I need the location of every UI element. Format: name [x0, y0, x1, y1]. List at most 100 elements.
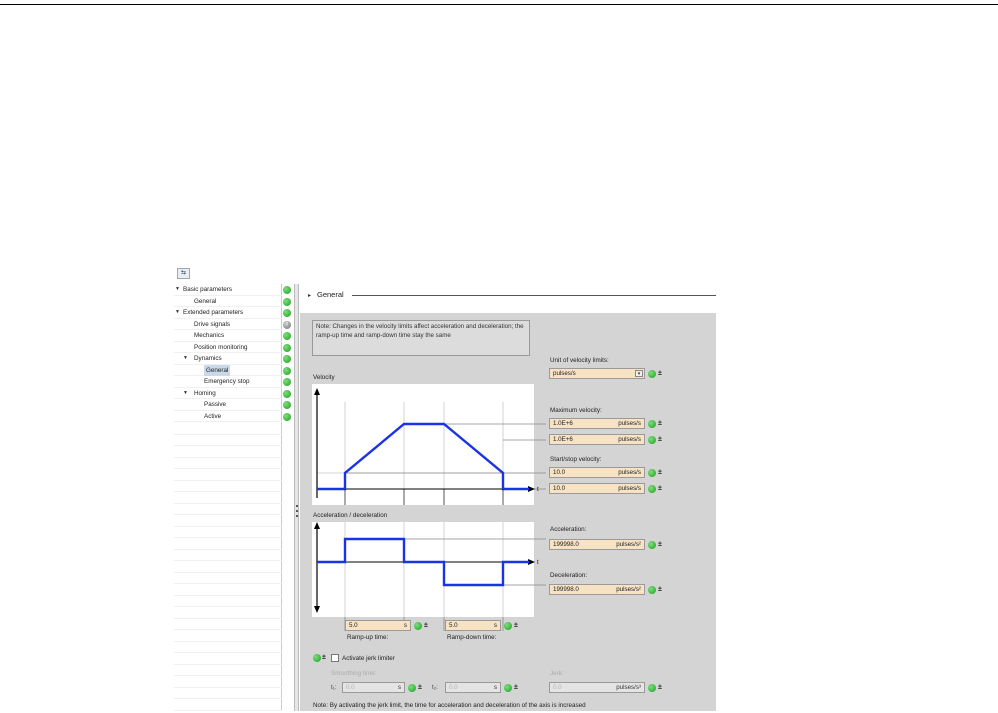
plus-minus-icon[interactable]: ±: [658, 420, 662, 428]
plus-minus-icon[interactable]: ±: [322, 654, 326, 662]
acceleration-value: 199998.0: [553, 541, 579, 548]
tree-item-3[interactable]: Drive signals: [174, 319, 282, 330]
tree-empty-row-line: [174, 525, 282, 527]
acceleration-unit: pulses/s²: [616, 541, 641, 548]
accel-y-arrow-down: [314, 606, 320, 613]
ramp-down-time-label: Ramp-down time:: [447, 634, 497, 641]
tree-empty-row-line: [174, 571, 282, 573]
smoothing-t2-value: 0.0: [449, 684, 458, 691]
status-ok-icon: [283, 366, 291, 375]
plus-minus-icon[interactable]: ±: [658, 684, 662, 692]
tree-empty-row-line: [174, 675, 282, 676]
tree-item-8[interactable]: Emergency stop: [174, 376, 282, 388]
start-stop-velocity-unit-2: pulses/s: [618, 485, 641, 492]
expand-arrow-icon[interactable]: ▼: [183, 388, 188, 400]
tree-empty-row-line: [174, 606, 282, 607]
tree-item-2[interactable]: ▼ Extended parameters: [174, 307, 282, 319]
tree-item-0[interactable]: ▼ Basic parameters: [174, 284, 282, 296]
smoothing-time-label: Smoothing time:: [331, 670, 377, 677]
plus-minus-icon[interactable]: ±: [658, 586, 662, 594]
tree-item-7[interactable]: General: [174, 364, 282, 376]
unit-velocity-limits-select[interactable]: pulses/s ▾: [549, 368, 645, 379]
status-ok-icon: [648, 541, 656, 549]
smoothing-t2-field[interactable]: 0.0 s: [445, 682, 501, 693]
tree-item-9[interactable]: ▼ Homing: [174, 388, 282, 400]
tree-empty-row-line: [174, 445, 282, 446]
tree-item-label: Position monitoring: [194, 343, 248, 351]
splitter-grip-icon[interactable]: [295, 502, 299, 530]
tree-empty-row-line: [174, 537, 282, 538]
tree-item-6[interactable]: ▼ Dynamics: [174, 353, 282, 365]
status-ok-icon: [504, 684, 512, 692]
deceleration-field[interactable]: 199998.0 pulses/s²: [549, 584, 645, 595]
tree-item-10[interactable]: Passive: [174, 399, 282, 411]
plus-minus-icon[interactable]: ±: [418, 684, 422, 692]
tree-empty-row-line: [174, 583, 282, 584]
t2-label: t₂:: [432, 684, 438, 691]
expand-arrow-icon[interactable]: ▼: [175, 307, 180, 319]
ramp-up-time-unit: s: [403, 622, 407, 629]
plus-minus-icon[interactable]: ±: [658, 541, 662, 549]
smoothing-t1-field[interactable]: 0.0 s: [342, 682, 405, 693]
deceleration-label: Deceleration:: [550, 572, 588, 579]
top-divider-line: [0, 4, 998, 5]
tree-item-label: Dynamics: [194, 355, 222, 362]
maximum-velocity-unit-1: pulses/s: [618, 420, 641, 427]
maximum-velocity-label: Maximum velocity:: [550, 407, 602, 414]
deceleration-value: 199998.0: [553, 586, 579, 593]
section-header: ▸ General: [300, 284, 716, 310]
start-stop-velocity-label: Start/stop velocity:: [550, 456, 602, 463]
status-ok-icon: [283, 343, 291, 352]
plus-minus-icon[interactable]: ±: [424, 622, 428, 630]
chevron-down-icon[interactable]: ▾: [635, 370, 643, 377]
tree-empty-row-line: [174, 502, 282, 504]
tree-item-5[interactable]: Position monitoring: [174, 342, 282, 353]
tree-item-label: Active: [204, 412, 222, 420]
start-stop-velocity-field-2[interactable]: 10.0 pulses/s: [549, 483, 645, 494]
status-ok-icon: [283, 412, 291, 421]
status-ok-icon: [283, 286, 291, 294]
jerk-field[interactable]: 0.0 pulses/s³: [549, 682, 645, 693]
expand-arrow-icon[interactable]: ▼: [175, 284, 180, 296]
ramp-down-time-unit: s: [493, 622, 497, 629]
tree-empty-row-line: [174, 686, 282, 688]
plus-minus-icon[interactable]: ±: [514, 684, 518, 692]
tree-item-label: Passive: [204, 401, 227, 408]
unit-velocity-limits-value: pulses/s: [553, 370, 576, 377]
ramp-up-time-field[interactable]: 5.0 s: [345, 620, 411, 631]
parameter-view-icon[interactable]: ⇆: [177, 268, 190, 279]
deceleration-unit: pulses/s²: [616, 586, 641, 593]
tree-item-1[interactable]: General: [174, 296, 282, 307]
plus-minus-icon[interactable]: ±: [658, 485, 662, 493]
acceleration-field[interactable]: 199998.0 pulses/s²: [549, 539, 645, 550]
start-stop-velocity-unit-1: pulses/s: [618, 469, 641, 476]
tree-item-label: Drive signals: [194, 320, 231, 328]
t1-label: t₁:: [331, 684, 337, 691]
status-ok-icon: [648, 420, 656, 428]
tree-item-11[interactable]: Active: [174, 411, 282, 422]
start-stop-velocity-field-1[interactable]: 10.0 pulses/s: [549, 467, 645, 478]
ramp-down-time-field[interactable]: 5.0 s: [445, 620, 501, 631]
maximum-velocity-field-2[interactable]: 1.0E+6 pulses/s: [549, 434, 645, 445]
status-ok-icon: [283, 355, 291, 363]
tree-item-label: Homing: [194, 389, 216, 397]
activate-jerk-limiter-checkbox[interactable]: [331, 654, 339, 662]
plus-minus-icon[interactable]: ±: [658, 436, 662, 444]
plus-minus-icon[interactable]: ±: [658, 469, 662, 477]
tree-empty-row-line: [174, 698, 282, 699]
tree-empty-row-line: [174, 709, 282, 711]
start-stop-velocity-value-1: 10.0: [553, 469, 566, 476]
splitter-bar[interactable]: [295, 284, 299, 711]
plus-minus-icon[interactable]: ±: [514, 622, 518, 630]
smoothing-t1-unit: s: [397, 684, 401, 691]
plus-minus-icon[interactable]: ±: [658, 370, 662, 378]
section-collapse-icon[interactable]: ▸: [308, 292, 311, 299]
maximum-velocity-field-1[interactable]: 1.0E+6 pulses/s: [549, 418, 645, 429]
accel-y-arrow-up: [314, 522, 320, 529]
unit-velocity-limits-label: Unit of velocity limits:: [550, 357, 609, 364]
navigation-tree: ▼ Basic parameters General ▼ Extended parame…: [174, 284, 282, 711]
tree-item-4[interactable]: Mechanics: [174, 330, 282, 342]
acceleration-label: Acceleration:: [550, 526, 587, 533]
tree-empty-row-line: [174, 617, 282, 619]
expand-arrow-icon[interactable]: ▼: [183, 353, 188, 365]
